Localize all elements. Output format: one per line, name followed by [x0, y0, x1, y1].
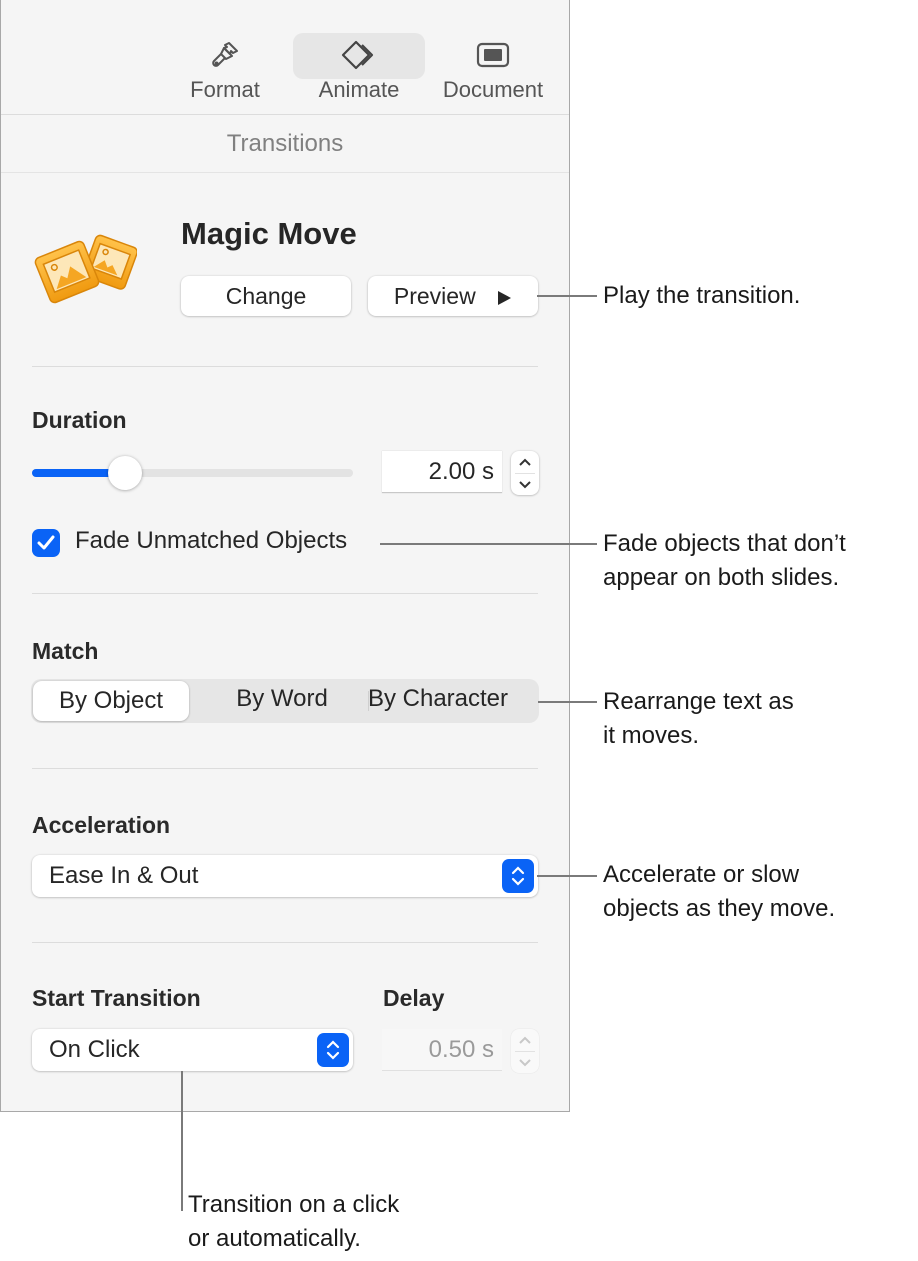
transition-name: Magic Move — [181, 216, 357, 251]
start-transition-popup[interactable]: On Click — [32, 1029, 353, 1071]
preview-button[interactable]: Preview — [368, 276, 538, 316]
tab-animate[interactable]: Animate — [293, 33, 425, 105]
divider — [32, 366, 538, 367]
fade-unmatched-label: Fade Unmatched Objects — [75, 527, 348, 554]
delay-field[interactable]: 0.50 s — [382, 1029, 502, 1071]
callout-fade: Fade objects that don’t appear on both s… — [603, 530, 846, 591]
callout-match: Rearrange text as it moves. — [603, 688, 794, 749]
tab-format-label: Format — [190, 77, 260, 102]
match-label: Match — [32, 638, 99, 664]
delay-stepper[interactable] — [511, 1029, 539, 1073]
document-icon — [433, 33, 553, 77]
segment-by-object[interactable]: By Object — [33, 681, 189, 721]
chevron-up-icon[interactable] — [511, 1029, 539, 1051]
tab-document[interactable]: Document — [433, 33, 553, 105]
callout-line — [380, 543, 597, 545]
callout-line — [537, 875, 597, 877]
match-segmented-control: By Object By Word By Character — [31, 679, 539, 723]
acceleration-popup[interactable]: Ease In & Out — [32, 855, 538, 897]
updown-chevron-icon — [317, 1033, 349, 1067]
callout-line — [181, 1071, 183, 1211]
start-transition-label: Start Transition — [32, 985, 201, 1011]
play-icon — [496, 278, 512, 318]
chevron-down-icon[interactable] — [511, 473, 539, 495]
callout-preview: Play the transition. — [603, 282, 801, 309]
change-button[interactable]: Change — [181, 276, 351, 316]
tab-animate-label: Animate — [318, 77, 400, 102]
chevron-down-icon[interactable] — [511, 1051, 539, 1073]
acceleration-value: Ease In & Out — [49, 862, 199, 889]
segment-by-character[interactable]: By Character — [353, 679, 523, 723]
duration-slider-thumb[interactable] — [108, 456, 143, 490]
updown-chevron-icon — [502, 859, 534, 893]
duration-slider[interactable] — [32, 456, 353, 490]
callout-line — [537, 295, 597, 297]
acceleration-label: Acceleration — [32, 812, 171, 838]
callout-start-transition: Transition on a click or automatically. — [188, 1191, 400, 1252]
divider — [32, 942, 538, 943]
tab-document-label: Document — [442, 77, 544, 102]
preview-label: Preview — [393, 283, 476, 309]
start-transition-value: On Click — [49, 1036, 140, 1063]
inspector-panel: Format Animate Document Transitions Magi… — [0, 0, 570, 1112]
checkmark-icon — [37, 535, 55, 550]
tab-format[interactable]: Format — [169, 33, 281, 105]
fade-unmatched-checkbox[interactable] — [32, 529, 60, 557]
segment-by-word[interactable]: By Word — [197, 679, 367, 723]
duration-field[interactable]: 2.00 s — [382, 451, 502, 493]
section-title: Transitions — [1, 115, 569, 173]
magic-move-photos-icon — [31, 232, 138, 309]
animate-diamonds-icon — [293, 33, 425, 77]
inspector-toolbar: Format Animate Document — [1, 0, 569, 115]
callout-acceleration: Accelerate or slow objects as they move. — [603, 861, 836, 922]
duration-stepper[interactable] — [511, 451, 539, 495]
divider — [32, 593, 538, 594]
chevron-up-icon[interactable] — [511, 451, 539, 473]
callout-line — [538, 701, 597, 703]
divider — [32, 768, 538, 769]
duration-label: Duration — [32, 407, 127, 433]
delay-label: Delay — [383, 985, 445, 1011]
paintbrush-icon — [169, 33, 281, 77]
